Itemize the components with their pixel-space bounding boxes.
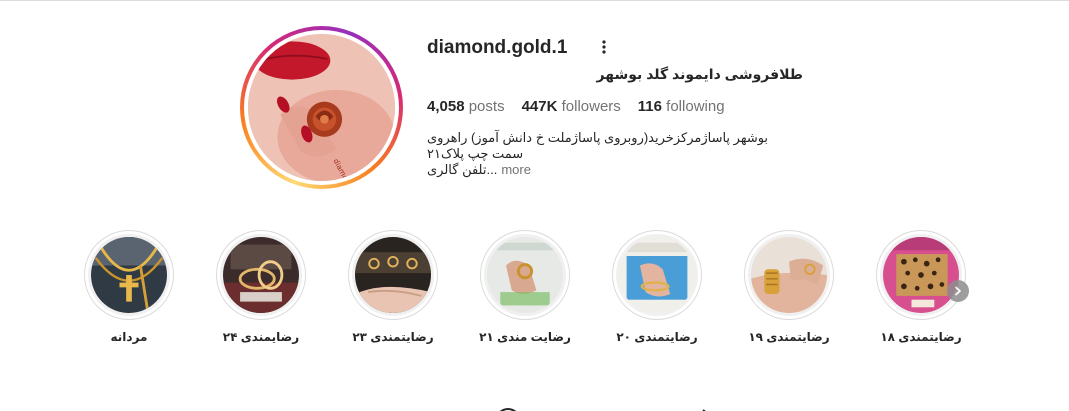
avatar-photo-icon: diamond.gold <box>248 34 395 181</box>
highlight-label: رضایتمندی ۲۰ <box>616 330 698 344</box>
profile-avatar[interactable]: diamond.gold <box>240 26 403 189</box>
bio-line-1: بوشهر پاساژمرکزخرید(روبروی پاساژملت خ دا… <box>427 130 769 145</box>
options-dots-icon[interactable] <box>597 38 611 56</box>
posts-value: 4,058 <box>427 98 465 115</box>
highlight-item[interactable]: رضایتمندی ۲۰ <box>607 230 707 344</box>
leopard-gift-box-icon <box>883 237 959 313</box>
highlight-item[interactable]: رضایمندی ۲۴ <box>211 230 311 344</box>
highlight-item[interactable]: رضایت مندی ۲۱ <box>475 230 575 344</box>
gold-chain-cross-icon <box>91 237 167 313</box>
following-label: following <box>666 98 725 115</box>
profile-full-name: طلافروشی دایموند گلد بوشهر <box>596 66 803 82</box>
profile-tabs-partial <box>499 408 706 411</box>
followers-link[interactable]: 447K followers <box>522 98 621 115</box>
avatar-image: diamond.gold <box>248 34 395 181</box>
following-link[interactable]: 116 following <box>638 98 725 115</box>
highlight-label: رضایت مندی ۲۱ <box>479 330 571 344</box>
profile-bio: بوشهر پاساژمرکزخرید(روبروی پاساژملت خ دا… <box>427 130 787 178</box>
gold-bracelet-icon <box>223 237 299 313</box>
followers-value: 447K <box>521 98 558 115</box>
following-value: 116 <box>637 98 662 115</box>
gold-cuff-wrist-icon <box>751 237 827 313</box>
chevron-right-icon <box>955 286 961 296</box>
gold-rings-hand-icon <box>355 237 431 313</box>
highlight-label: رضایتمندی ۱۸ <box>880 330 962 344</box>
highlight-label: رضایتمندی ۱۹ <box>748 330 830 344</box>
bio-more-link[interactable]: more <box>501 162 531 178</box>
posts-count[interactable]: 4,058 posts <box>427 98 505 115</box>
highlight-item[interactable]: رضایتمندی ۲۳ <box>343 230 443 344</box>
highlights-next-button[interactable] <box>947 280 969 302</box>
gold-ring-card-icon <box>487 237 563 313</box>
profile-username: diamond.gold.1 <box>427 37 568 58</box>
highlight-item[interactable]: مردانه <box>79 230 179 344</box>
highlight-label: مردانه <box>110 330 148 344</box>
bio-line-3: ...تلفن گالری <box>427 162 498 177</box>
gold-bracelet-card-icon <box>619 237 695 313</box>
top-divider <box>0 0 1069 1</box>
highlight-label: رضایتمندی ۲۳ <box>352 330 434 344</box>
highlight-item[interactable]: رضایتمندی ۱۹ <box>739 230 839 344</box>
profile-stats: 4,058 posts 447K followers 116 following <box>427 98 725 115</box>
followers-label: followers <box>561 98 621 115</box>
bio-line-2: سمت چپ پلاک۲۱ <box>427 146 524 161</box>
posts-label: posts <box>468 98 505 115</box>
highlight-label: رضایمندی ۲۴ <box>222 330 300 344</box>
